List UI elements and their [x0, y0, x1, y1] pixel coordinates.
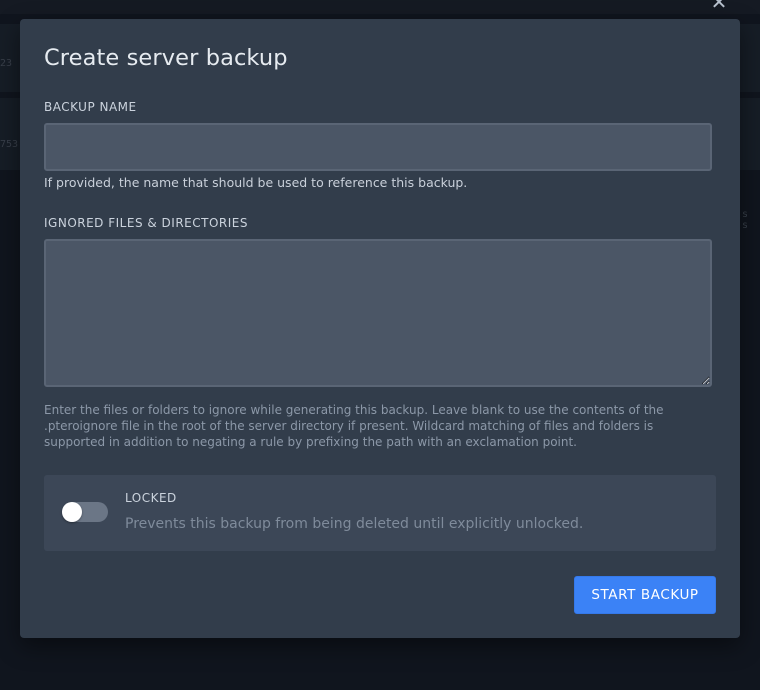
ignored-files-label: IGNORED FILES & DIRECTORIES	[44, 216, 248, 230]
modal-title: Create server backup	[44, 45, 288, 71]
close-icon[interactable]: ✕	[706, 0, 732, 12]
start-backup-button[interactable]: START BACKUP	[574, 576, 716, 614]
create-backup-modal: Create server backup BACKUP NAME If prov…	[20, 19, 740, 638]
locked-label: LOCKED	[125, 491, 177, 505]
ignored-files-textarea[interactable]	[44, 239, 712, 387]
backup-name-input[interactable]	[44, 123, 712, 171]
locked-toggle[interactable]	[62, 502, 108, 522]
toggle-knob	[62, 502, 82, 522]
locked-option: LOCKED Prevents this backup from being d…	[44, 475, 716, 551]
backup-name-label: BACKUP NAME	[44, 100, 137, 114]
locked-description: Prevents this backup from being deleted …	[125, 516, 584, 532]
backup-name-help: If provided, the name that should be use…	[44, 175, 468, 190]
ignored-files-help: Enter the files or folders to ignore whi…	[44, 403, 664, 449]
